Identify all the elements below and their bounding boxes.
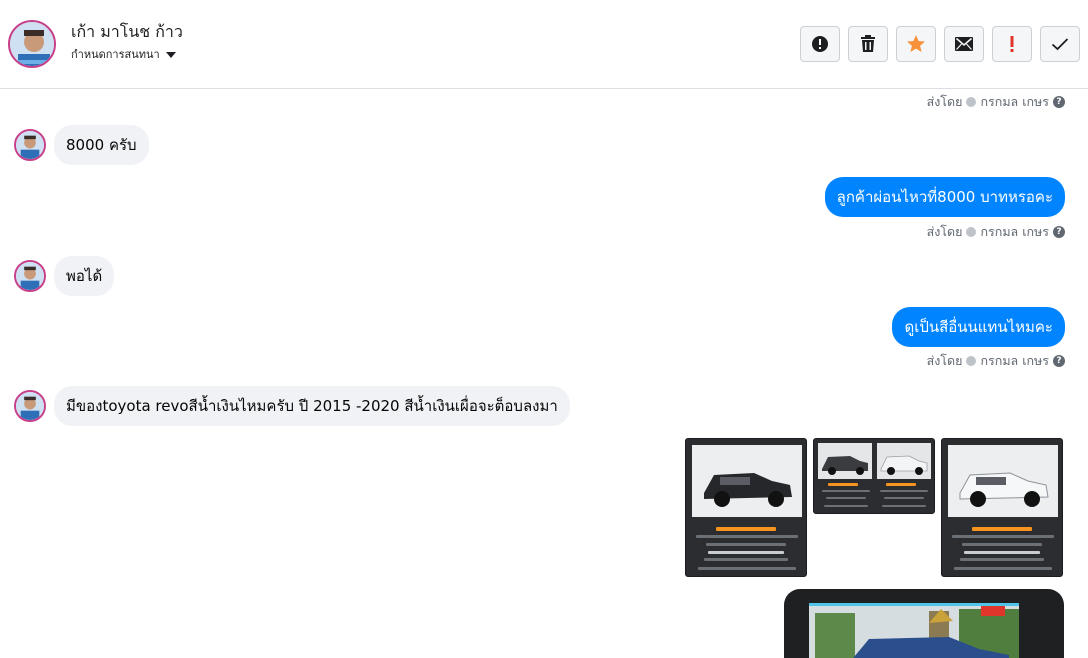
message-bubble[interactable]: 8000 ครับ	[54, 125, 149, 165]
check-icon	[1051, 38, 1069, 51]
car-photo	[948, 445, 1058, 517]
incoming-message: 8000 ครับ	[14, 125, 149, 165]
delete-button[interactable]	[848, 26, 888, 62]
incoming-message: พอได้	[14, 256, 115, 296]
verified-icon	[966, 97, 977, 107]
mail-icon	[955, 37, 973, 51]
contact-name[interactable]: เก้า มาโนช ก้าว	[71, 20, 183, 45]
verified-icon	[966, 227, 977, 237]
sent-by-row: ส่งโดย กรกมล เกษร ?	[927, 351, 1065, 371]
help-icon[interactable]: ?	[1053, 96, 1065, 108]
sent-by-row: ส่งโดย กรกมล เกษร ?	[927, 92, 1065, 112]
car-photo	[877, 443, 931, 479]
sent-by-row: ส่งโดย กรกมล เกษร ?	[927, 222, 1065, 242]
message-list[interactable]: ส่งโดย กรกมล เกษร ? 8000 ครับ ลูกค้าผ่อน…	[0, 89, 1088, 658]
contact-avatar-small	[14, 260, 46, 292]
outgoing-message-bubble[interactable]: ดูเป็นสีอื่นนแทนไหมคะ	[892, 307, 1065, 347]
car-photo	[692, 445, 802, 517]
mark-spam-button[interactable]	[800, 26, 840, 62]
image-attachment-large[interactable]	[784, 589, 1064, 658]
assign-label: กำหนดการสนทนา	[71, 48, 160, 61]
messenger-conversation: เก้า มาโนช ก้าว กำหนดการสนทนา ส่งโดย กรก…	[0, 0, 1088, 658]
trash-icon	[861, 35, 875, 52]
mark-done-button[interactable]	[1040, 26, 1080, 62]
image-attachment[interactable]	[941, 438, 1063, 577]
contact-avatar-small	[14, 390, 46, 422]
contact-avatar[interactable]	[8, 20, 56, 68]
alert-icon	[812, 36, 828, 52]
car-photo	[818, 443, 872, 479]
star-button[interactable]	[896, 26, 936, 62]
star-icon	[907, 35, 925, 52]
message-bubble[interactable]: พอได้	[54, 256, 115, 296]
incoming-message: มีของtoyota revoสีน้ำเงินไหมครับ ปี 2015…	[14, 386, 570, 426]
help-icon[interactable]: ?	[1053, 226, 1065, 238]
conversation-header: เก้า มาโนช ก้าว กำหนดการสนทนา	[0, 0, 1088, 89]
exclamation-icon	[1010, 36, 1014, 52]
outgoing-message-bubble[interactable]: ลูกค้าผ่อนไหวที่8000 บาทหรอคะ	[824, 177, 1065, 217]
follow-up-button[interactable]	[992, 26, 1032, 62]
assign-conversation-dropdown[interactable]: กำหนดการสนทนา	[71, 45, 176, 63]
car-photo	[809, 603, 1019, 658]
caret-down-icon	[165, 51, 176, 58]
verified-icon	[966, 356, 977, 366]
help-icon[interactable]: ?	[1053, 355, 1065, 367]
mark-unread-button[interactable]	[944, 26, 984, 62]
message-bubble[interactable]: มีของtoyota revoสีน้ำเงินไหมครับ ปี 2015…	[54, 386, 570, 426]
contact-avatar-small	[14, 129, 46, 161]
conversation-toolbar	[800, 26, 1080, 62]
image-attachment[interactable]	[813, 438, 935, 514]
image-attachment[interactable]	[685, 438, 807, 577]
